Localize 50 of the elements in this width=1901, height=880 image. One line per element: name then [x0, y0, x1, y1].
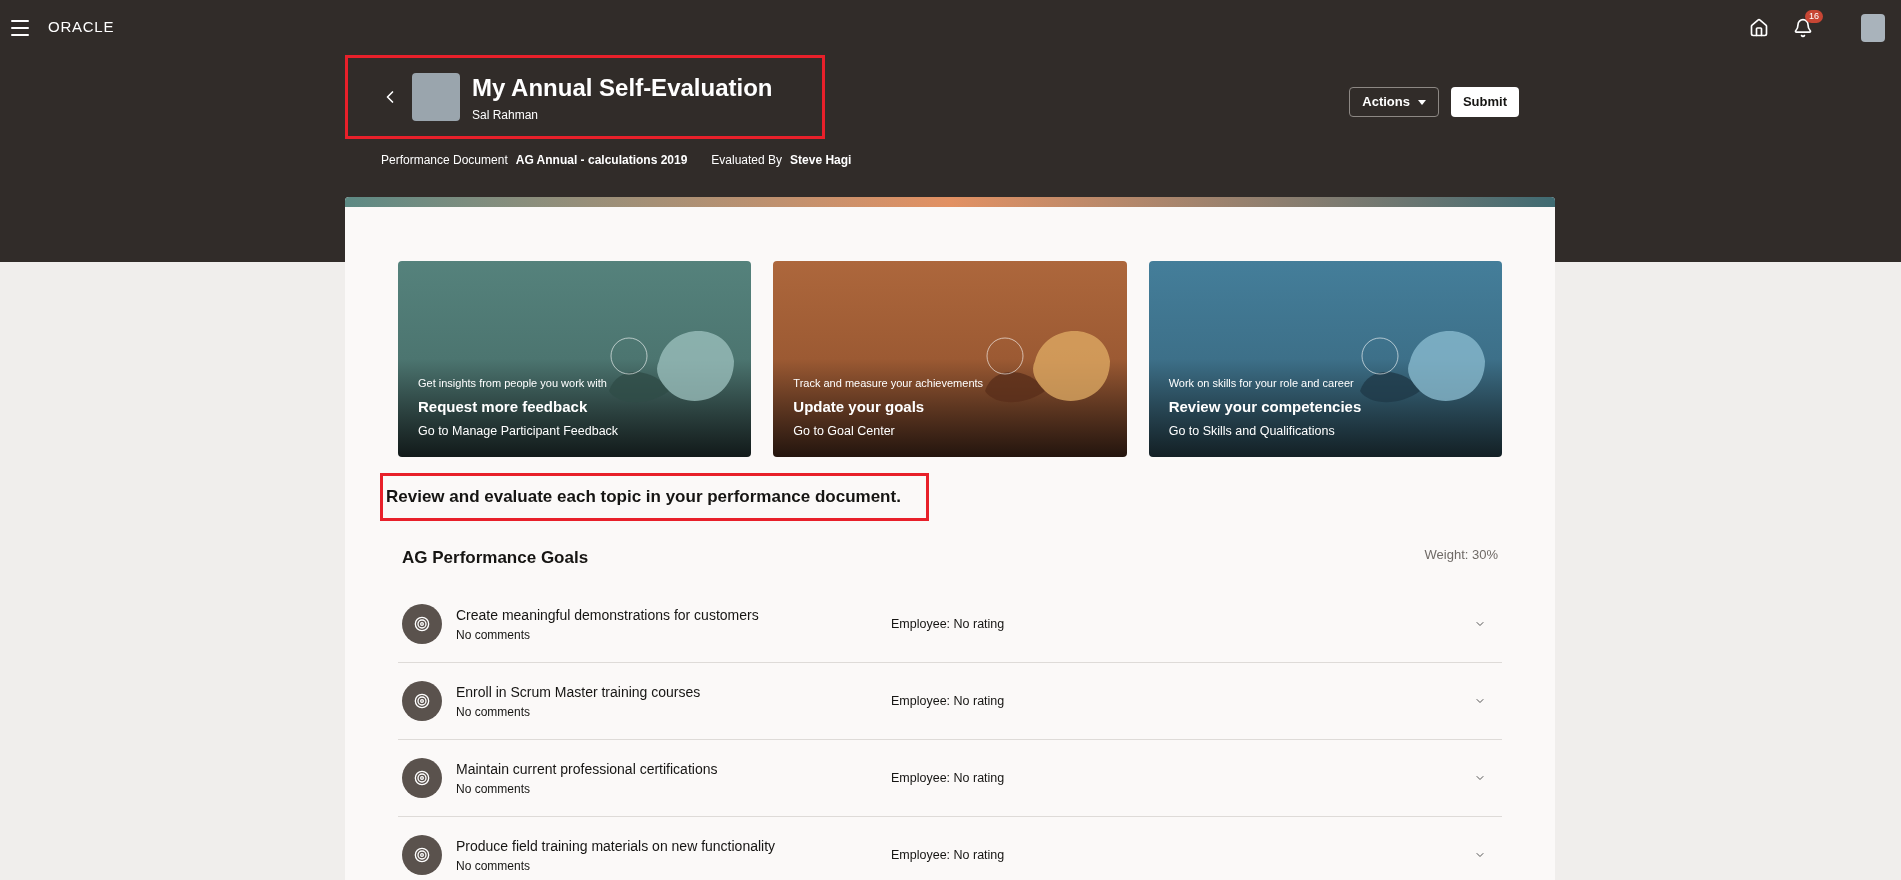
goal-row[interactable]: Produce field training materials on new functionality No comments Employee: No rating: [398, 817, 1502, 880]
user-avatar[interactable]: [1861, 13, 1885, 42]
card-title: Update your goals: [793, 396, 926, 417]
goal-comments: No comments: [456, 857, 532, 875]
meta-value: Steve Hagi: [790, 152, 852, 169]
goal-rating: Employee: No rating: [891, 615, 1005, 633]
card-title: Request more feedback: [418, 396, 589, 417]
goal-name: Enroll in Scrum Master training courses: [456, 682, 702, 702]
promo-card[interactable]: Work on skills for your role and career Review your competencies Go to Skills and Qualifications: [1148, 261, 1502, 457]
promo-card[interactable]: Get insights from people you work with Request more feedback Go to Manage Participant Feedback: [398, 261, 752, 457]
goal-name: Create meaningful demonstrations for customers: [456, 605, 760, 625]
meta-label: Performance Document: [381, 152, 508, 169]
card-caption: Get insights from people you work with: [418, 376, 608, 392]
goal-rating: Employee: No rating: [891, 692, 1005, 710]
goal-row[interactable]: Enroll in Scrum Master training courses No comments Employee: No rating: [398, 663, 1502, 740]
goal-name: Produce field training materials on new functionality: [456, 836, 777, 856]
actions-button[interactable]: Actions: [1349, 87, 1439, 117]
notifications-icon[interactable]: [1793, 17, 1813, 38]
card-title: Review your competencies: [1168, 396, 1363, 417]
card-caption: Work on skills for your role and career: [1168, 376, 1355, 392]
goal-name: Maintain current professional certifications: [456, 759, 719, 779]
caret-icon: [1417, 99, 1426, 105]
home-icon[interactable]: [1749, 17, 1769, 38]
goal-comments: No comments: [456, 703, 532, 721]
notification-count: 16: [1805, 9, 1823, 23]
goal-comments: No comments: [456, 780, 532, 798]
goal-rating: Employee: No rating: [891, 769, 1005, 787]
person-photo: [412, 73, 460, 121]
meta-label: Evaluated By: [711, 152, 783, 169]
section-title: AG Performance Goals: [402, 546, 589, 569]
card-link[interactable]: Go to Manage Participant Feedback: [418, 422, 732, 441]
target-icon: [402, 681, 442, 721]
target-icon: [402, 758, 442, 798]
page-title: My Annual Self-Evaluation: [472, 73, 773, 103]
instruction-text: Review and evaluate each topic in your performance document.: [386, 487, 901, 506]
goal-rating: Employee: No rating: [891, 846, 1005, 864]
submit-button[interactable]: Submit: [1450, 87, 1519, 117]
card-link[interactable]: Go to Skills and Qualifications: [1168, 422, 1482, 441]
logo[interactable]: ORACLE: [48, 16, 115, 39]
meta-value: AG Annual - calculations 2019: [515, 152, 688, 169]
card-link[interactable]: Go to Goal Center: [793, 422, 1107, 441]
target-icon: [402, 835, 442, 875]
goal-comments: No comments: [456, 626, 532, 644]
target-icon: [402, 604, 442, 644]
promo-card[interactable]: Track and measure your achievements Update your goals Go to Goal Center: [773, 261, 1127, 457]
goal-row[interactable]: Create meaningful demonstrations for customers No comments Employee: No rating: [398, 586, 1502, 663]
person-name: Sal Rahman: [472, 107, 540, 124]
card-caption: Track and measure your achievements: [793, 376, 985, 392]
weight-text: Weight: 30%: [1424, 545, 1498, 564]
goal-row[interactable]: Maintain current professional certifications No comments Employee: No rating: [398, 740, 1502, 817]
